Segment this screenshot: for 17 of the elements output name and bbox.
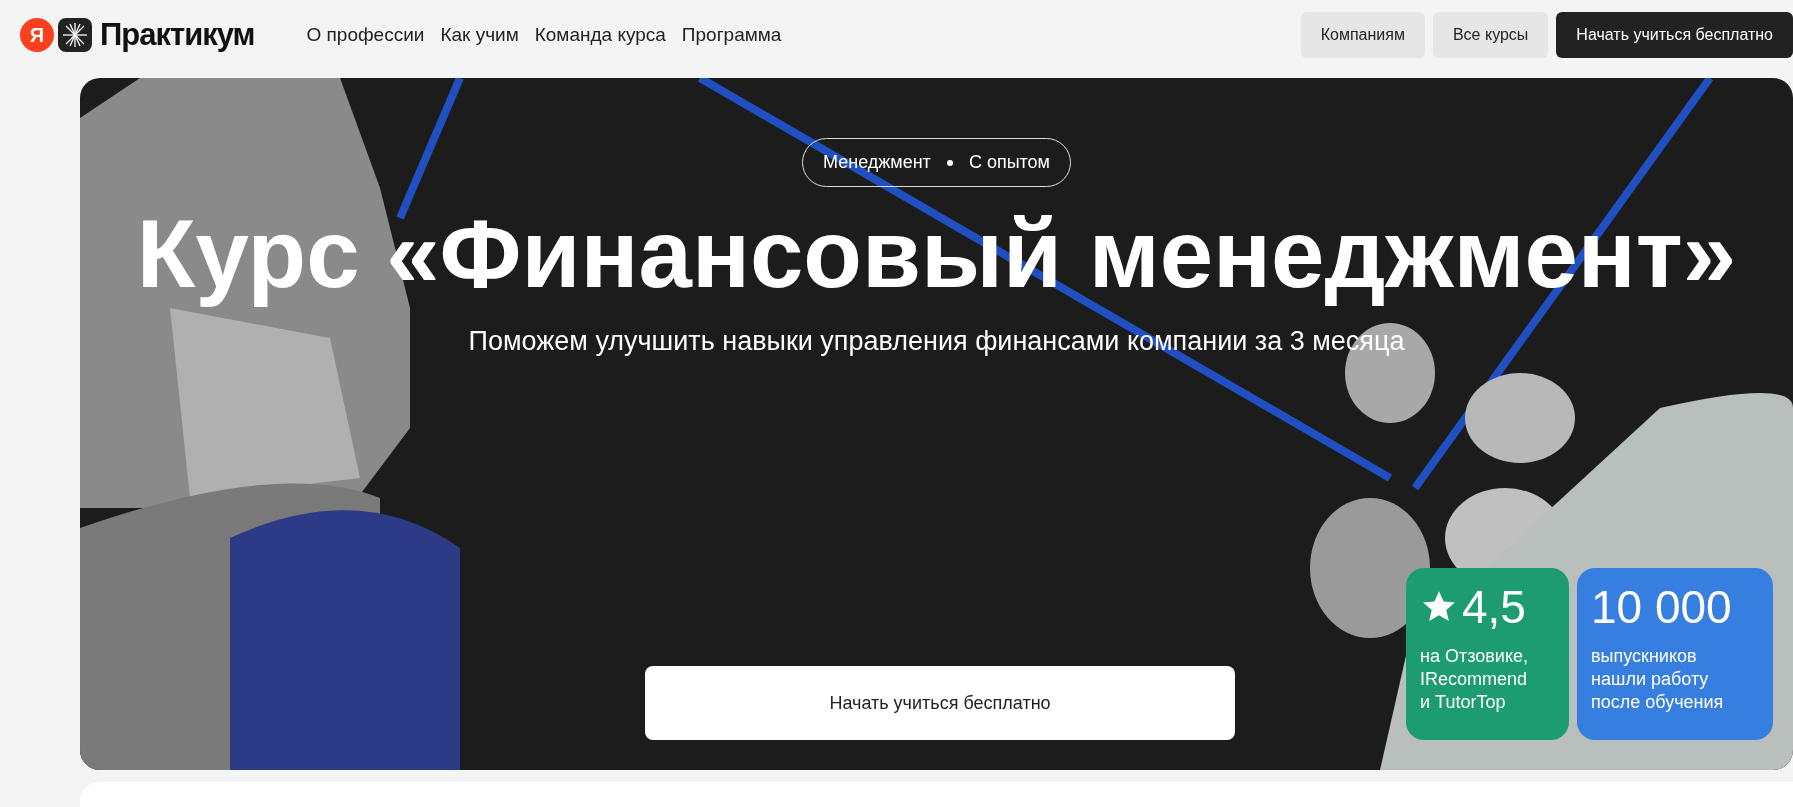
stat-value: 10 000	[1591, 582, 1732, 633]
start-button[interactable]: Начать учиться бесплатно	[1556, 12, 1793, 58]
stat-caption: выпускников нашли работу после обучения	[1591, 644, 1725, 715]
star-burst-icon	[58, 18, 92, 52]
tag-label: С опытом	[968, 151, 1050, 174]
nav-link[interactable]: Команда курса	[534, 20, 666, 50]
header-button[interactable]: Все курсы	[1432, 12, 1549, 58]
logo-wordmark[interactable]: Практикум	[100, 11, 255, 59]
nav-link[interactable]: Программа	[681, 20, 782, 50]
stat-value: 4,5	[1462, 582, 1526, 633]
header-button[interactable]: Компаниям	[1300, 12, 1425, 58]
nav-link[interactable]: О профессии	[306, 20, 425, 50]
nav-link[interactable]: Как учим	[440, 20, 519, 50]
logo-mark: Я	[20, 18, 54, 52]
cta-button[interactable]: Начать учиться бесплатно	[645, 666, 1235, 740]
stat-caption: на Отзовике, IRecommend и TutorTop	[1420, 644, 1529, 715]
separator-dot-icon	[946, 159, 953, 166]
